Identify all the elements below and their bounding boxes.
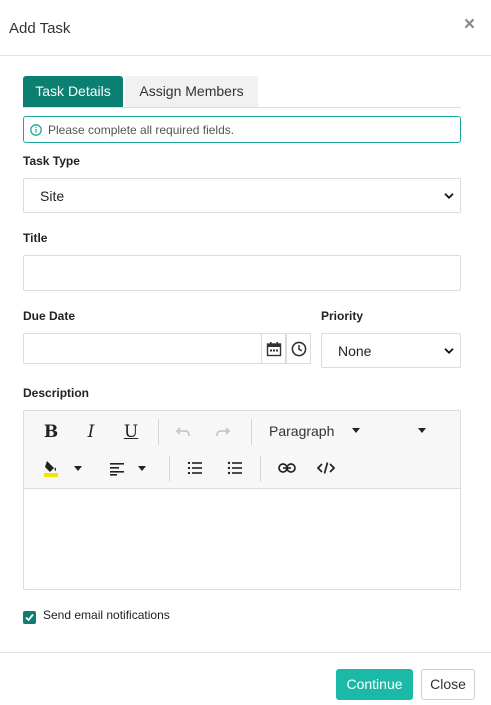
task-type-select[interactable]: Site [23,178,461,213]
title-input[interactable] [23,255,461,291]
calendar-icon [266,342,282,357]
info-icon [30,124,42,136]
align-button[interactable] [106,457,128,479]
undo-button[interactable] [172,421,194,443]
caret-down-icon[interactable] [352,428,360,433]
insert-link-button[interactable] [276,457,298,479]
tab-task-details[interactable]: Task Details [23,76,123,107]
source-code-button[interactable] [315,457,337,479]
clock-icon [291,341,307,357]
task-type-value: Site [40,187,65,204]
email-notifications-label: Send email notifications [43,608,170,622]
priority-label: Priority [321,309,364,323]
chevron-down-icon [444,192,454,199]
highlight-color-button[interactable] [40,457,62,479]
caret-down-icon[interactable] [138,466,146,471]
required-fields-alert: Please complete all required fields. [23,116,461,143]
email-notifications-checkbox[interactable] [23,611,36,624]
redo-icon [216,427,231,436]
title-label: Title [23,231,48,245]
chevron-down-icon [444,347,454,354]
close-icon[interactable]: × [464,15,475,35]
description-editor: B I U Paragraph [23,410,461,590]
due-date-label: Due Date [23,309,76,323]
code-icon [317,462,335,474]
caret-down-icon[interactable] [74,466,82,471]
checkmark-icon [25,613,34,622]
paragraph-format-dropdown[interactable]: Paragraph [269,423,334,439]
underline-button[interactable]: U [120,421,142,443]
priority-value: None [338,342,372,359]
align-left-icon [110,463,124,476]
close-button[interactable]: Close [421,669,475,700]
priority-select[interactable]: None [321,333,461,368]
redo-button[interactable] [212,421,234,443]
undo-icon [175,427,190,436]
editor-toolbar: B I U Paragraph [24,411,460,489]
link-icon [278,463,296,473]
task-type-label: Task Type [23,154,80,168]
paint-bucket-icon [44,461,58,477]
tab-assign-members[interactable]: Assign Members [125,76,258,107]
dialog-title: Add Task [9,20,71,37]
toolbar-divider [169,456,170,482]
toolbar-divider [251,419,252,445]
footer-divider [0,652,491,653]
font-dropdown-caret-icon[interactable] [418,428,426,433]
description-textarea[interactable] [24,489,460,589]
due-date-input[interactable] [23,333,262,364]
calendar-button[interactable] [261,333,286,364]
bullet-list-button[interactable] [224,457,246,479]
toolbar-divider [158,419,159,445]
alert-text: Please complete all required fields. [48,123,235,137]
description-label: Description [23,386,90,400]
continue-button[interactable]: Continue [336,669,413,700]
tab-bar: Task Details Assign Members [23,76,461,108]
ordered-list-button[interactable] [184,457,206,479]
italic-button[interactable]: I [80,421,102,443]
dialog-header: Add Task × [0,0,491,56]
bold-button[interactable]: B [40,421,62,443]
bullet-list-icon [227,461,242,475]
toolbar-divider [260,456,261,482]
ordered-list-icon [188,462,202,474]
time-button[interactable] [286,333,311,364]
